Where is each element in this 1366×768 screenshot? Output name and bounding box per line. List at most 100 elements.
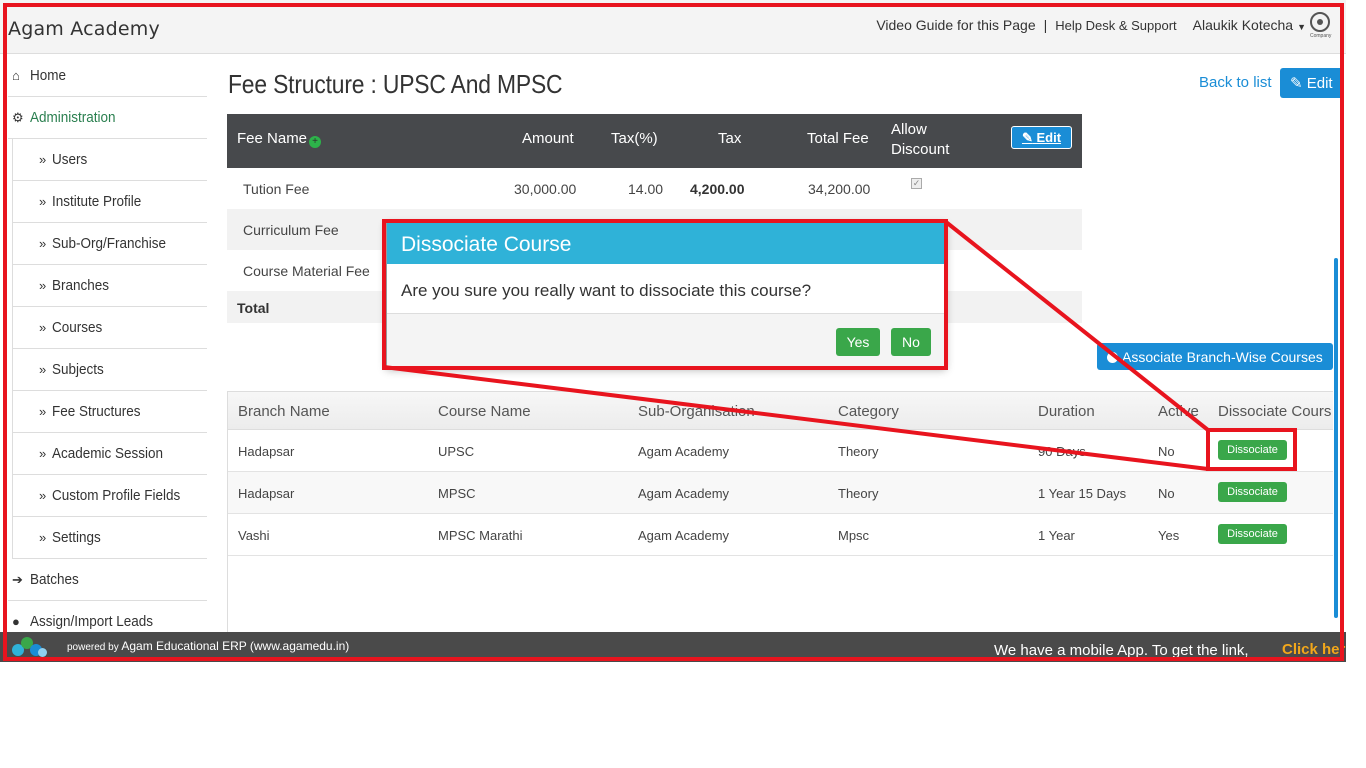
user-menu[interactable]: Alaukik Kotecha ▼ <box>1193 17 1306 33</box>
col-fee-name: Fee Name + <box>237 130 322 148</box>
col-duration[interactable]: Duration <box>1038 403 1095 420</box>
edit-button[interactable]: ✎ Edit <box>1280 68 1342 98</box>
col-active[interactable]: Active <box>1158 403 1199 420</box>
cell-branch: Hadapsar <box>238 486 295 501</box>
sidebar-item-label: Institute Profile <box>52 193 142 210</box>
fee-total-label: Total <box>237 300 270 316</box>
plus-circle-icon <box>1107 351 1118 363</box>
cell-suborg: Agam Academy <box>638 528 730 543</box>
col-fee-name-label: Fee Name <box>237 130 308 147</box>
double-chevron-right-icon: » <box>39 488 47 503</box>
edit-label: Edit <box>1306 75 1333 92</box>
sidebar-item-branches[interactable]: » Branches <box>12 265 207 307</box>
mobile-app-text: We have a mobile App. To get the link, <box>994 642 1249 659</box>
branch-table-header: Branch Name Course Name Sub-Organisation… <box>228 392 1333 430</box>
double-chevron-right-icon: » <box>39 236 47 251</box>
dissociate-button[interactable]: Dissociate <box>1218 524 1287 544</box>
fee-name: Curriculum Fee <box>243 222 339 238</box>
sidebar-item-settings[interactable]: » Settings <box>12 517 207 559</box>
sidebar-item-institute-profile[interactable]: » Institute Profile <box>12 181 207 223</box>
cell-active: No <box>1158 444 1175 459</box>
sidebar-item-administration[interactable]: ⚙ Administration <box>8 97 207 139</box>
dialog-footer: Yes No <box>387 314 945 367</box>
sidebar-item-fee-structures[interactable]: » Fee Structures <box>12 391 207 433</box>
sidebar-item-home[interactable]: ⌂ Home <box>8 55 207 97</box>
sidebar-item-academic-session[interactable]: » Academic Session <box>12 433 207 475</box>
dissociate-course-dialog: Dissociate Course Are you sure you reall… <box>386 222 946 368</box>
company-caption: Company <box>1310 33 1332 39</box>
gear-icon: ⚙ <box>12 109 24 125</box>
sidebar-item-label: Settings <box>52 529 102 546</box>
sidebar-item-courses[interactable]: » Courses <box>12 307 207 349</box>
footer: powered by Agam Educational ERP (www.aga… <box>0 632 1346 662</box>
table-row: Vashi MPSC Marathi Agam Academy Mpsc 1 Y… <box>228 514 1333 556</box>
dissociate-button[interactable]: Dissociate <box>1218 482 1287 502</box>
cell-category: Mpsc <box>838 528 870 543</box>
sidebar-item-subjects[interactable]: » Subjects <box>12 349 207 391</box>
home-icon: ⌂ <box>12 68 20 83</box>
sidebar-item-label: Custom Profile Fields <box>52 487 181 504</box>
dialog-message: Are you sure you really want to dissocia… <box>387 264 945 314</box>
col-branch-name[interactable]: Branch Name <box>238 403 330 420</box>
sidebar-item-label: Courses <box>52 319 103 336</box>
vertical-scrollbar[interactable] <box>1334 258 1338 618</box>
no-button[interactable]: No <box>891 328 931 356</box>
fee-row: Tution Fee 30,000.00 14.00 4,200.00 34,2… <box>227 168 1082 209</box>
sidebar-item-users[interactable]: » Users <box>12 139 207 181</box>
top-nav-links: Video Guide for this Page | Help Desk & … <box>876 17 1306 33</box>
yes-button[interactable]: Yes <box>836 328 880 356</box>
fee-total: 34,200.00 <box>808 181 871 197</box>
powered-link[interactable]: Agam Educational ERP (www.agamedu.in) <box>121 639 349 653</box>
double-chevron-right-icon: » <box>39 152 47 167</box>
click-here-link[interactable]: Click her <box>1282 641 1345 658</box>
sidebar-item-custom-profile-fields[interactable]: » Custom Profile Fields <box>12 475 207 517</box>
col-dissociate-course[interactable]: Dissociate Cours <box>1218 403 1331 420</box>
app-window: Agam Academy Video Guide for this Page |… <box>0 0 1346 662</box>
sidebar-item-batches[interactable]: ➔ Batches <box>8 559 207 601</box>
cell-duration: 1 Year <box>1038 528 1075 543</box>
sign-in-icon: ➔ <box>12 571 23 587</box>
col-allow-discount: Allow Discount <box>891 120 949 160</box>
video-guide-link[interactable]: Video Guide for this Page <box>876 17 1035 33</box>
cell-suborg: Agam Academy <box>638 486 730 501</box>
cell-suborg: Agam Academy <box>638 444 730 459</box>
branch-courses-table: Branch Name Course Name Sub-Organisation… <box>227 391 1333 636</box>
fee-tax: 4,200.00 <box>690 181 745 197</box>
cell-duration: 1 Year 15 Days <box>1038 486 1127 501</box>
col-amount: Amount <box>522 130 574 147</box>
cell-active: Yes <box>1158 528 1180 543</box>
sidebar-item-label: Home <box>30 67 67 84</box>
cell-course: MPSC Marathi <box>438 528 523 543</box>
caret-down-icon: ▼ <box>1297 22 1306 32</box>
cell-branch: Hadapsar <box>238 444 295 459</box>
add-fee-icon[interactable]: + <box>309 136 322 148</box>
double-chevron-right-icon: » <box>39 194 47 209</box>
fee-edit-label: Edit <box>1036 129 1062 145</box>
powered-by-text: powered by Agam Educational ERP (www.aga… <box>67 639 349 653</box>
cell-course: UPSC <box>438 444 475 459</box>
fee-edit-button[interactable]: ✎ Edit <box>1011 126 1072 149</box>
col-sub-organisation[interactable]: Sub-Organisation <box>638 403 755 420</box>
col-category[interactable]: Category <box>838 403 899 420</box>
back-to-list-link[interactable]: Back to list <box>1199 74 1272 91</box>
page-title: Fee Structure : UPSC And MPSC <box>228 69 563 99</box>
table-row: Hadapsar UPSC Agam Academy Theory 90 Day… <box>228 430 1333 472</box>
col-total-fee: Total Fee <box>807 130 869 147</box>
col-course-name[interactable]: Course Name <box>438 403 531 420</box>
edit-icon: ✎ <box>1290 75 1303 92</box>
dissociate-button[interactable]: Dissociate <box>1218 440 1287 460</box>
associate-branch-wise-courses-button[interactable]: Associate Branch-Wise Courses <box>1097 343 1333 370</box>
allow-discount-checkbox[interactable]: ✓ <box>911 178 922 189</box>
brand-name[interactable]: Agam Academy <box>8 18 160 40</box>
double-chevron-right-icon: » <box>39 404 47 419</box>
company-logo[interactable]: Company <box>1310 12 1332 42</box>
cell-category: Theory <box>838 444 879 459</box>
sidebar-item-label: Branches <box>52 277 110 294</box>
double-chevron-right-icon: » <box>39 320 47 335</box>
edit-icon: ✎ <box>1021 129 1033 145</box>
sidebar-item-label: Academic Session <box>52 445 164 462</box>
help-desk-link[interactable]: Help Desk & Support <box>1055 18 1176 33</box>
col-discount-label: Discount <box>891 141 950 158</box>
sidebar-item-sub-org[interactable]: » Sub-Org/Franchise <box>12 223 207 265</box>
col-tax: Tax <box>718 130 742 147</box>
